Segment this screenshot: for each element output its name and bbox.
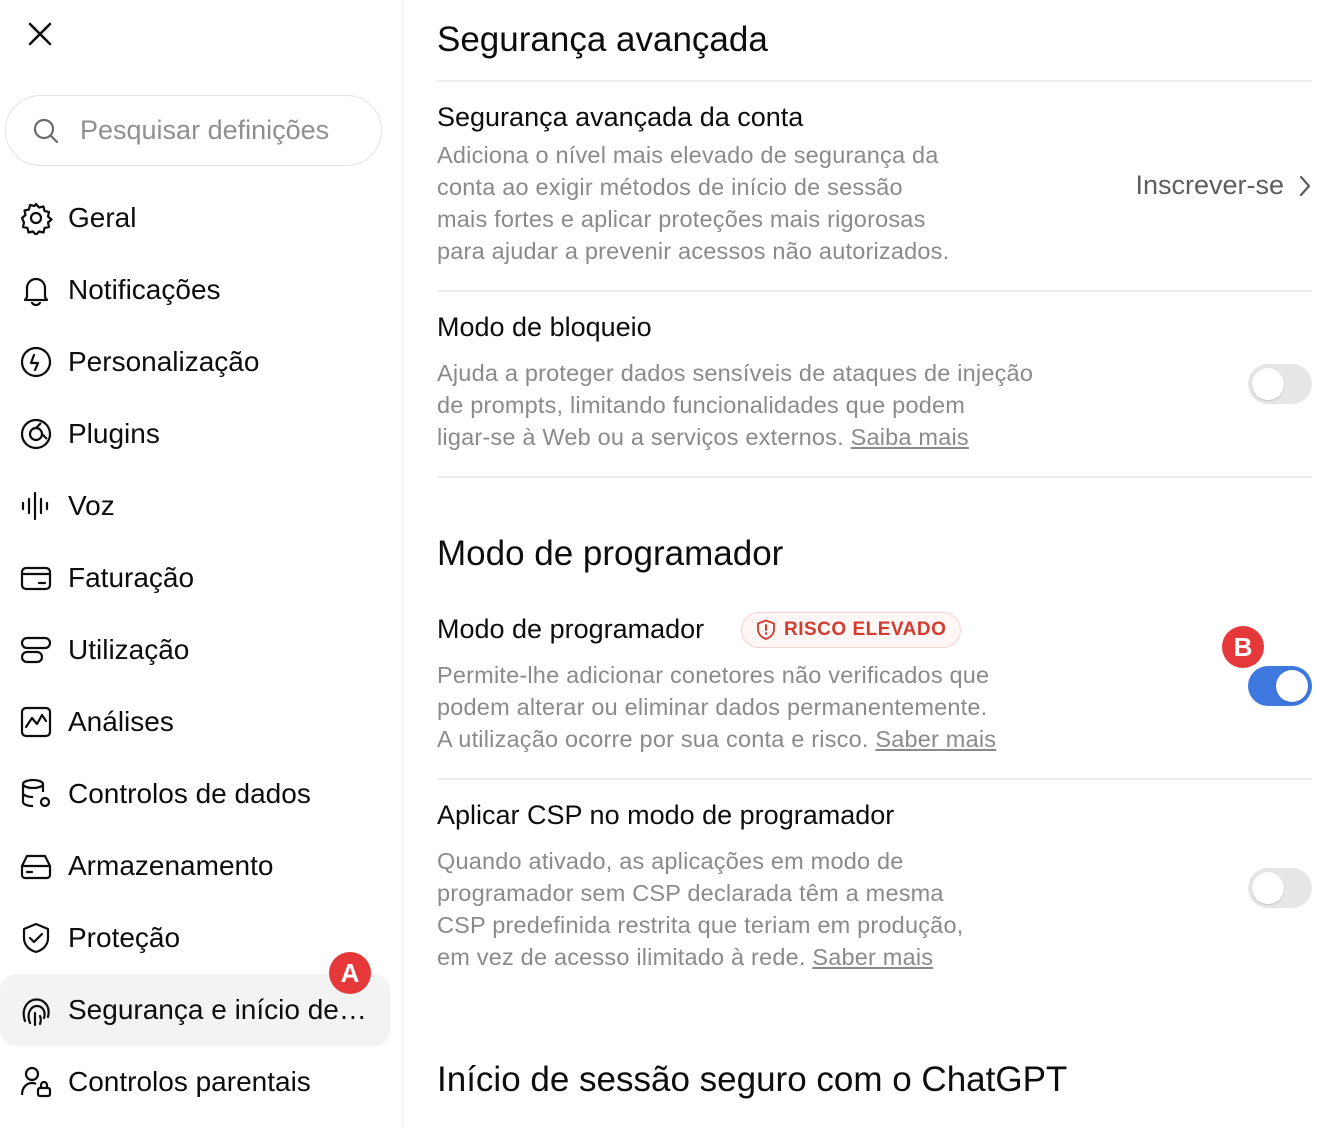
sidebar-item-label: Proteção xyxy=(68,922,181,953)
waveform-icon xyxy=(18,488,54,524)
search-box[interactable] xyxy=(5,95,382,166)
sidebar-item-armazenamento[interactable]: Armazenamento xyxy=(0,830,390,902)
usage-icon xyxy=(18,632,54,668)
divider xyxy=(437,778,1312,780)
sidebar-item-voz[interactable]: Voz xyxy=(0,470,390,542)
sidebar-item-label: Plugins xyxy=(68,418,160,449)
sidebar-item-label: Controlos de dados xyxy=(68,778,311,809)
enroll-label: Inscrever-se xyxy=(1135,170,1284,200)
marker-badge-a: A xyxy=(329,952,371,994)
sidebar-item-analises[interactable]: Análises xyxy=(0,686,390,758)
sidebar-item-plugins[interactable]: Plugins xyxy=(0,398,390,470)
sidebar-item-label: Segurança e início de sessão xyxy=(68,994,368,1025)
lockdown-mode-toggle[interactable] xyxy=(1248,364,1312,404)
enroll-button[interactable]: Inscrever-se xyxy=(1135,170,1312,201)
sidebar-item-label: Faturação xyxy=(68,562,195,593)
sidebar-item-label: Notificações xyxy=(68,274,221,305)
sidebar-item-faturacao[interactable]: Faturação xyxy=(0,542,390,614)
developer-mode-toggle[interactable] xyxy=(1248,666,1312,706)
settings-sidebar: Geral Notificações Personalização Plugin… xyxy=(0,0,403,1128)
csp-toggle[interactable] xyxy=(1248,868,1312,908)
csp-title: Aplicar CSP no modo de programador xyxy=(437,800,895,830)
sidebar-item-controlos-parentais[interactable]: Controlos parentais xyxy=(0,1046,390,1118)
sidebar-item-label: Voz xyxy=(68,490,115,521)
storage-icon xyxy=(18,848,54,884)
sidebar-item-label: Personalização xyxy=(68,346,260,377)
sidebar-item-geral[interactable]: Geral xyxy=(0,182,390,254)
sidebar-item-label: Controlos parentais xyxy=(68,1066,311,1097)
divider xyxy=(437,476,1312,478)
section-title-developer-mode: Modo de programador xyxy=(437,534,784,573)
chevron-right-icon xyxy=(1299,175,1311,196)
risk-badge: RISCO ELEVADO xyxy=(741,612,962,648)
database-gear-icon xyxy=(18,776,54,812)
shield-alert-icon xyxy=(757,619,775,640)
csp-learn-more-link[interactable]: Saber mais xyxy=(812,944,933,970)
lockdown-mode-description: Ajuda a proteger dados sensíveis de ataq… xyxy=(437,360,1034,450)
close-button[interactable] xyxy=(22,16,58,52)
sidebar-item-label: Geral xyxy=(68,202,137,233)
toggle-knob xyxy=(1252,368,1284,400)
developer-mode-description: Permite-lhe adicionar conetores não veri… xyxy=(437,662,997,752)
security-login-icon xyxy=(18,992,54,1028)
sidebar-item-utilizacao[interactable]: Utilização xyxy=(0,614,390,686)
csp-description: Quando ativado, as aplicações em modo de… xyxy=(437,848,964,970)
shield-check-icon xyxy=(18,920,54,956)
developer-mode-title: Modo de programador xyxy=(437,614,705,644)
account-security-description: Adiciona o nível mais elevado de seguran… xyxy=(437,142,950,264)
developer-learn-more-link[interactable]: Saber mais xyxy=(875,726,996,752)
divider xyxy=(437,80,1312,82)
gear-icon xyxy=(18,200,54,236)
card-icon xyxy=(18,560,54,596)
bell-icon xyxy=(18,272,54,308)
plugins-icon xyxy=(18,416,54,452)
lockdown-mode-title: Modo de bloqueio xyxy=(437,312,652,342)
lockdown-learn-more-link[interactable]: Saiba mais xyxy=(851,424,969,450)
section-title-secure-login: Início de sessão seguro com o ChatGPT xyxy=(437,1060,1068,1099)
sidebar-item-controlos-de-dados[interactable]: Controlos de dados xyxy=(0,758,390,830)
sidebar-item-label: Utilização xyxy=(68,634,190,665)
toggle-knob xyxy=(1252,872,1284,904)
section-title-advanced-security: Segurança avançada xyxy=(437,20,768,59)
personalization-icon xyxy=(18,344,54,380)
analytics-icon xyxy=(18,704,54,740)
sidebar-item-notificacoes[interactable]: Notificações xyxy=(0,254,390,326)
parental-controls-icon xyxy=(18,1064,54,1100)
search-input[interactable] xyxy=(80,115,370,146)
sidebar-item-label: Análises xyxy=(68,706,174,737)
risk-label: RISCO ELEVADO xyxy=(784,619,947,640)
close-icon xyxy=(28,22,52,46)
toggle-knob xyxy=(1276,670,1308,702)
sidebar-item-personalizacao[interactable]: Personalização xyxy=(0,326,390,398)
divider xyxy=(437,290,1312,292)
marker-badge-b: B xyxy=(1222,626,1264,668)
account-security-title: Segurança avançada da conta xyxy=(437,102,804,132)
sidebar-item-label: Armazenamento xyxy=(68,850,274,881)
search-icon xyxy=(32,117,60,145)
sidebar-item-seguranca[interactable]: Segurança e início de sessão xyxy=(0,974,390,1046)
